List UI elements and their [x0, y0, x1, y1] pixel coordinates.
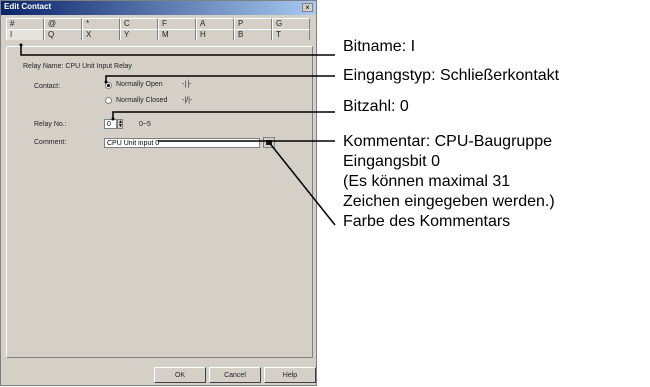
bitzahl-leader	[112, 111, 335, 119]
callout-bitname: Bitname: I	[343, 38, 416, 55]
callout-farbe: Farbe des Kommentars	[343, 213, 511, 230]
callout-bitzahl: Bitzahl: 0	[343, 98, 409, 115]
eingangstyp-leader	[105, 75, 335, 82]
bitname-leader	[20, 45, 335, 56]
callout-kommentar-1: Kommentar: CPU-Baugruppe	[343, 133, 552, 150]
farbe-leader	[267, 140, 336, 226]
callout-eingangstyp: Eingangstyp: Schließerkontakt	[343, 67, 560, 84]
callout-kommentar-3: (Es können maximal 31	[343, 173, 511, 190]
callout-kommentar-4: Zeichen eingegeben werden.)	[343, 193, 555, 210]
callout-kommentar-2: Eingangsbit 0	[343, 153, 440, 170]
